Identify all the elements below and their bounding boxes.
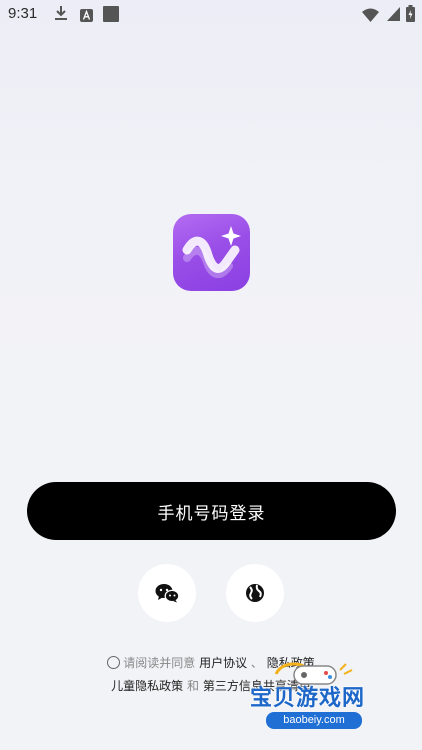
watermark-title: 宝贝游戏网 [250, 686, 366, 711]
globe-icon [246, 584, 264, 602]
battery-icon [406, 5, 415, 26]
wifi-icon [362, 7, 379, 26]
download-icon [54, 5, 68, 25]
watermark-domain: baobeiy.com [266, 712, 362, 729]
wave-sparkle-icon [182, 226, 241, 279]
status-time: 9:31 [8, 5, 38, 22]
status-bar: 9:31 [0, 0, 422, 30]
agreement-checkbox[interactable] [107, 656, 121, 669]
a-icon [80, 7, 93, 26]
user-agreement-link[interactable]: 用户协议 [199, 656, 247, 670]
wechat-icon [155, 584, 179, 603]
cellular-icon [387, 6, 400, 25]
other-login-button[interactable] [226, 564, 284, 622]
children-privacy-link[interactable]: 儿童隐私政策 [111, 679, 183, 693]
square-icon [103, 6, 119, 26]
agreement-prefix: 请阅读并同意 [123, 656, 196, 670]
watermark: 宝贝游戏网 baobeiy.com [246, 660, 396, 732]
app-logo [173, 214, 250, 291]
wechat-login-button[interactable] [138, 564, 196, 622]
agreement-and: 和 [186, 679, 199, 693]
phone-login-button[interactable]: 手机号码登录 [27, 482, 396, 540]
phone-login-label: 手机号码登录 [157, 503, 266, 524]
